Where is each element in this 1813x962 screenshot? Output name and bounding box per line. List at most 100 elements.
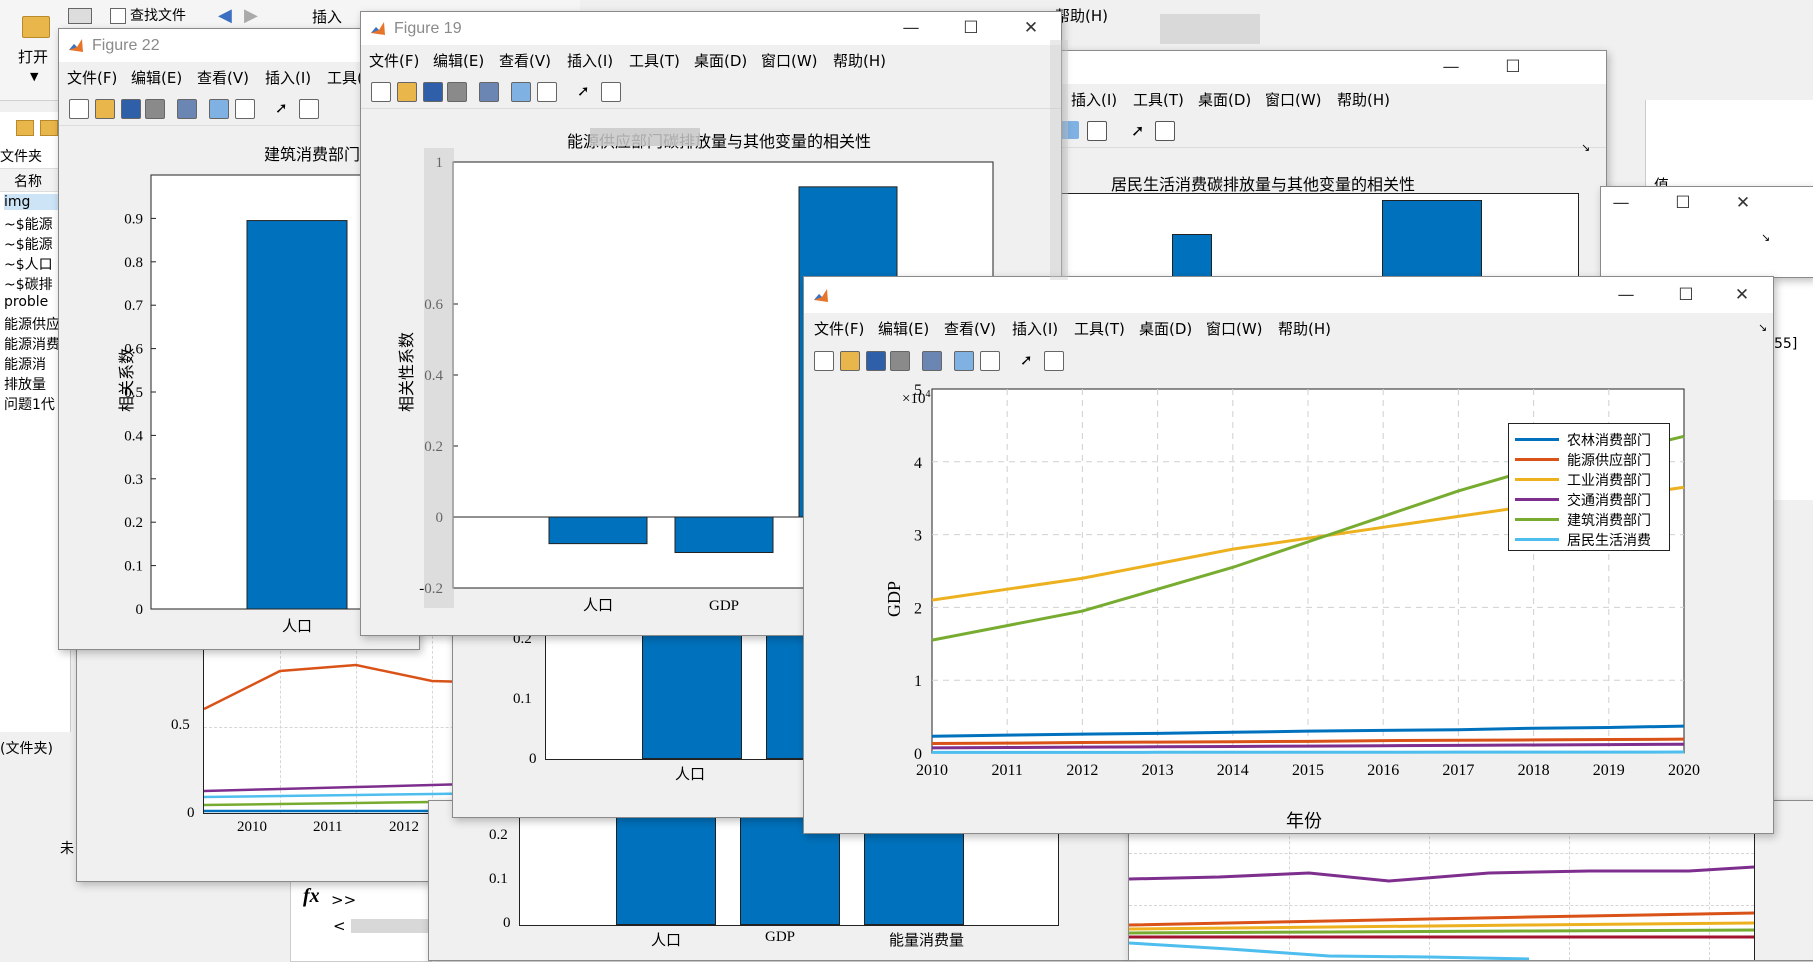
file-list-item[interactable]: ~$能源: [4, 234, 53, 254]
maximize-button[interactable]: ☐: [1666, 281, 1706, 309]
menu-item[interactable]: 插入(I): [1071, 89, 1117, 110]
minimize-button[interactable]: —: [1601, 189, 1641, 217]
print-preview-icon[interactable]: [479, 82, 499, 102]
new-figure-icon[interactable]: [69, 99, 89, 119]
menu-item[interactable]: 帮助(H): [833, 50, 886, 71]
print-preview-icon[interactable]: [177, 99, 197, 119]
close-button[interactable]: ✕: [1011, 14, 1051, 42]
open-file-icon[interactable]: [397, 82, 417, 102]
file-list-item[interactable]: ~$人口: [4, 254, 53, 274]
new-figure-icon[interactable]: [371, 82, 391, 102]
x-tick-label: 2011: [991, 762, 1022, 779]
property-editor-icon[interactable]: [1155, 121, 1175, 141]
dock-arrow-icon[interactable]: ↘: [1758, 321, 1767, 334]
unselected-label: 未: [60, 838, 74, 858]
file-list-item[interactable]: 能源消费: [4, 334, 60, 354]
maximize-button[interactable]: ☐: [1493, 53, 1533, 81]
menu-item[interactable]: 工具(T): [629, 50, 680, 71]
menu-item[interactable]: 帮助(H): [1337, 89, 1390, 110]
command-window[interactable]: fx >> <: [290, 880, 432, 962]
menu-item[interactable]: 编辑(E): [433, 50, 484, 71]
pointer-icon[interactable]: ➚: [577, 82, 595, 100]
ytick-0.1: 0.1: [489, 871, 508, 888]
print-preview-icon[interactable]: [922, 351, 942, 371]
legend-icon[interactable]: [537, 82, 557, 102]
property-editor-icon[interactable]: [601, 82, 621, 102]
menu-item[interactable]: 帮助(H): [1278, 318, 1331, 339]
save-icon[interactable]: [866, 351, 886, 371]
pointer-icon[interactable]: ➚: [275, 99, 293, 117]
close-button[interactable]: ✕: [1723, 189, 1763, 217]
file-list-item[interactable]: img: [4, 194, 66, 210]
save-icon[interactable]: [423, 82, 443, 102]
new-figure-icon[interactable]: [814, 351, 834, 371]
x-tick-label: GDP: [765, 929, 795, 946]
menu-item[interactable]: 文件(F): [369, 50, 419, 71]
insert-tab[interactable]: 插入: [312, 6, 342, 27]
print-icon[interactable]: [447, 82, 467, 102]
dock-arrow-icon[interactable]: ↘: [1581, 141, 1590, 154]
menu-item[interactable]: 窗口(W): [1265, 89, 1322, 110]
compare-icon[interactable]: [68, 8, 92, 24]
menu-item[interactable]: 工具(T): [1133, 89, 1184, 110]
file-list-item[interactable]: 能源消: [4, 354, 46, 374]
legend[interactable]: 农林消费部门能源供应部门工业消费部门交通消费部门建筑消费部门居民生活消费: [1508, 423, 1670, 551]
find-files-button[interactable]: 查找文件: [110, 5, 186, 25]
print-icon[interactable]: [145, 99, 165, 119]
property-editor-icon[interactable]: [1044, 351, 1064, 371]
file-list-item[interactable]: ~$能源: [4, 214, 53, 234]
help-menu-bg[interactable]: 帮助(H): [1055, 5, 1108, 26]
file-list-item[interactable]: 问题1代: [4, 394, 55, 414]
pointer-icon[interactable]: ➚: [1020, 351, 1038, 369]
menu-item[interactable]: 窗口(W): [761, 50, 818, 71]
menu-item[interactable]: 桌面(D): [694, 50, 747, 71]
scroll-left-icon[interactable]: <: [333, 917, 346, 935]
horizontal-scrollbar[interactable]: [351, 919, 431, 933]
print-icon[interactable]: [890, 351, 910, 371]
close-button[interactable]: ✕: [1722, 281, 1762, 309]
menu-item[interactable]: 桌面(D): [1198, 89, 1251, 110]
legend-icon[interactable]: [980, 351, 1000, 371]
open-file-icon[interactable]: [840, 351, 860, 371]
menu-item[interactable]: 插入(I): [1012, 318, 1058, 339]
file-list-item[interactable]: proble: [4, 294, 48, 310]
menu-item[interactable]: 工具(T): [1074, 318, 1125, 339]
minimize-button[interactable]: —: [1606, 281, 1646, 309]
ytick-0: 0: [503, 915, 511, 932]
dock-arrow-icon[interactable]: ↘: [1761, 231, 1770, 244]
minimize-button[interactable]: —: [1431, 53, 1471, 81]
pointer-icon[interactable]: ➚: [1131, 121, 1149, 139]
menu-item[interactable]: 插入(I): [265, 67, 311, 88]
file-list-item[interactable]: 排放量: [4, 374, 46, 394]
menu-item[interactable]: 文件(F): [814, 318, 864, 339]
menu-item[interactable]: 查看(V): [197, 67, 249, 88]
menu-item[interactable]: 插入(I): [567, 50, 613, 71]
menu-item[interactable]: 桌面(D): [1139, 318, 1192, 339]
maximize-button[interactable]: ☐: [1663, 189, 1703, 217]
maximize-button[interactable]: ☐: [951, 14, 991, 42]
open-button[interactable]: 打开 ▼: [8, 6, 58, 86]
menu-item[interactable]: 查看(V): [944, 318, 996, 339]
colorbar-icon[interactable]: [511, 82, 531, 102]
menu-item[interactable]: 窗口(W): [1206, 318, 1263, 339]
save-icon[interactable]: [121, 99, 141, 119]
legend-icon[interactable]: [235, 99, 255, 119]
colorbar-icon[interactable]: [954, 351, 974, 371]
file-list-item[interactable]: 能源供应: [4, 314, 60, 334]
minimize-button[interactable]: —: [891, 14, 931, 42]
open-file-icon[interactable]: [95, 99, 115, 119]
folder-toolbar-icon[interactable]: [16, 120, 34, 136]
forward-arrow-icon[interactable]: ▶: [244, 5, 258, 26]
back-arrow-icon[interactable]: ◀: [218, 5, 232, 26]
colorbar-icon[interactable]: [209, 99, 229, 119]
file-list-item[interactable]: ~$碳排: [4, 274, 53, 294]
legend-icon[interactable]: [1087, 121, 1107, 141]
x-tick-label: 人口: [282, 618, 312, 635]
property-editor-icon[interactable]: [299, 99, 319, 119]
menu-item[interactable]: 文件(F): [67, 67, 117, 88]
menu-item[interactable]: 查看(V): [499, 50, 551, 71]
menu-item[interactable]: 编辑(E): [878, 318, 929, 339]
menu-item[interactable]: 编辑(E): [131, 67, 182, 88]
folder-up-icon[interactable]: [40, 120, 58, 136]
menu-item[interactable]: 工具(: [327, 67, 363, 88]
